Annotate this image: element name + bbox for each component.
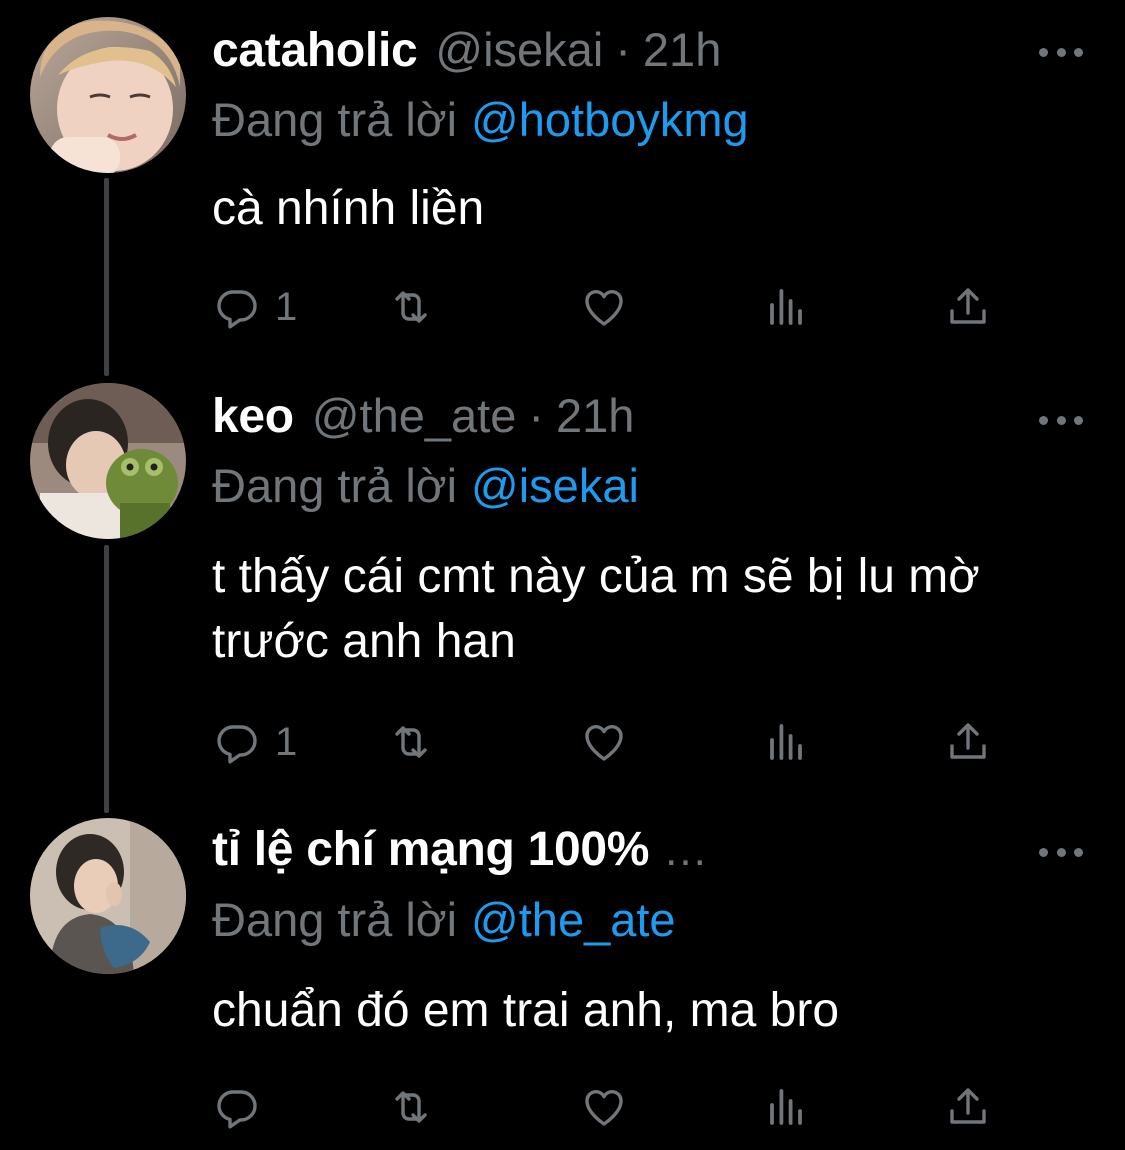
action-bar — [0, 1077, 1125, 1137]
share-button[interactable] — [944, 712, 992, 772]
mention-link[interactable]: @the_ate — [471, 893, 676, 946]
views-button[interactable] — [764, 712, 812, 772]
views-icon — [770, 1089, 802, 1125]
more-icon[interactable] — [1039, 840, 1083, 864]
tweet-text: cà nhính liền — [212, 182, 485, 235]
tweet-text: t thấy cái cmt này của m sẽ bị lu mờ trư… — [212, 550, 980, 668]
share-icon — [950, 1088, 986, 1124]
avatar[interactable] — [30, 17, 186, 173]
display-name[interactable]: cataholic — [212, 23, 418, 78]
reply-count: 1 — [275, 719, 298, 764]
views-button[interactable] — [764, 277, 812, 337]
retweet-icon — [395, 1091, 427, 1123]
like-icon — [585, 725, 623, 761]
tweet-header: keo @the_ate · 21h — [212, 388, 1005, 448]
reply-button[interactable] — [213, 1077, 275, 1137]
views-icon — [770, 724, 802, 760]
like-icon — [585, 1090, 623, 1126]
share-icon — [950, 723, 986, 759]
views-icon — [770, 289, 802, 325]
avatar-image — [30, 818, 186, 974]
reply-button[interactable]: 1 — [213, 277, 297, 337]
user-handle[interactable]: @isekai — [435, 22, 603, 77]
reply-count: 1 — [275, 284, 298, 329]
retweet-button[interactable] — [387, 277, 435, 337]
retweet-icon — [395, 291, 427, 323]
avatar[interactable] — [30, 818, 186, 974]
replying-to-label: Đang trả lời — [212, 893, 458, 946]
share-button[interactable] — [944, 1077, 992, 1137]
avatar-image — [30, 17, 186, 173]
timestamp[interactable]: 21h — [556, 388, 634, 443]
reply-icon — [217, 725, 257, 764]
truncation-ellipsis: ... — [665, 826, 708, 875]
replying-to: Đang trả lời @isekai — [212, 458, 639, 513]
reply-button[interactable]: 1 — [213, 712, 297, 772]
mention-link[interactable]: @hotboykmg — [471, 93, 749, 146]
avatar-image — [30, 383, 186, 539]
display-name[interactable]: tỉ lệ chí mạng 100% — [212, 822, 649, 877]
like-button[interactable] — [580, 1077, 628, 1137]
reply-icon — [217, 290, 257, 329]
tweet-text: chuẩn đó em trai anh, ma bro — [212, 984, 840, 1037]
display-name[interactable]: keo — [212, 389, 294, 444]
share-icon — [950, 288, 986, 324]
action-bar: 1 — [0, 277, 1125, 337]
retweet-icon — [395, 726, 427, 758]
replying-to-label: Đang trả lời — [212, 93, 458, 146]
more-icon[interactable] — [1039, 40, 1083, 64]
views-button[interactable] — [764, 1077, 812, 1137]
separator-dot: · — [528, 389, 544, 442]
timestamp[interactable]: 21h — [643, 22, 721, 77]
replying-to: Đang trả lời @hotboykmg — [212, 92, 749, 147]
more-icon[interactable] — [1039, 408, 1083, 432]
retweet-button[interactable] — [387, 712, 435, 772]
replying-to: Đang trả lời @the_ate — [212, 892, 676, 947]
tweet-header: cataholic @isekai · 21h — [212, 22, 1005, 82]
reply-thread: cataholic @isekai · 21h Đang trả lời @hot… — [0, 0, 1125, 1150]
mention-link[interactable]: @isekai — [471, 459, 639, 512]
tweet[interactable]: keo @the_ate · 21h Đang trả lời @isekai t… — [0, 360, 1125, 800]
tweet-header: tỉ lệ chí mạng 100% ... — [212, 822, 1005, 882]
retweet-button[interactable] — [387, 1077, 435, 1137]
like-button[interactable] — [580, 277, 628, 337]
user-handle[interactable]: @the_ate — [312, 388, 517, 443]
tweet[interactable]: tỉ lệ chí mạng 100% ... Đang trả lời @the… — [0, 800, 1125, 1150]
separator-dot: · — [615, 23, 631, 76]
tweet[interactable]: cataholic @isekai · 21h Đang trả lời @hot… — [0, 0, 1125, 360]
avatar[interactable] — [30, 383, 186, 539]
share-button[interactable] — [944, 277, 992, 337]
action-bar: 1 — [0, 712, 1125, 772]
reply-icon — [217, 1090, 257, 1129]
like-button[interactable] — [580, 712, 628, 772]
replying-to-label: Đang trả lời — [212, 459, 458, 512]
like-icon — [585, 290, 623, 326]
